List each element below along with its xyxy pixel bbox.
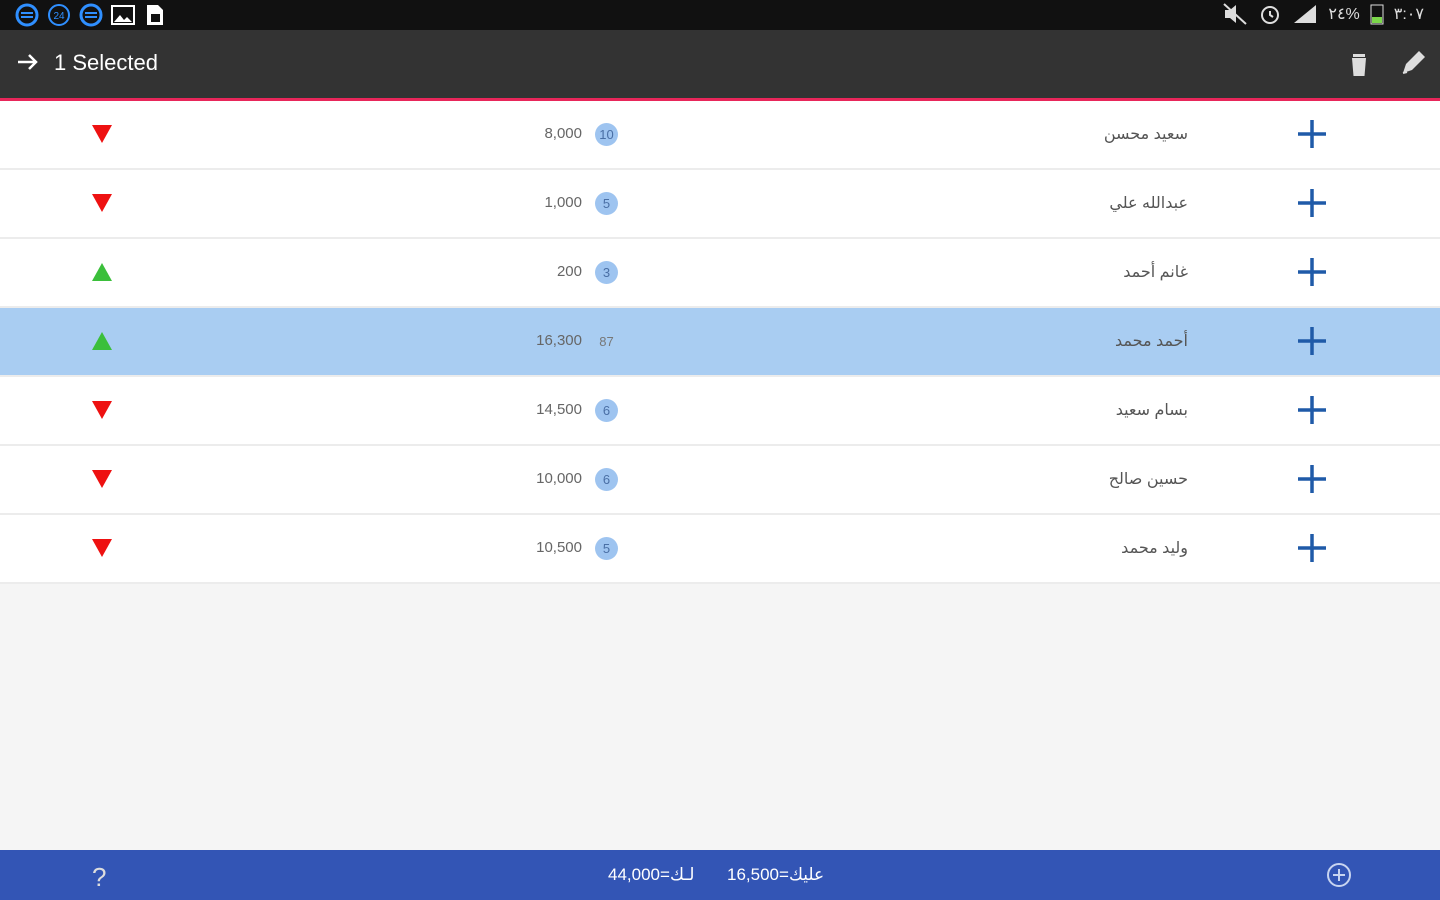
- action-bar: 1 Selected: [0, 30, 1440, 101]
- debt-list: 8,000 10 سعيد محسن 1,000 5 عبدالله علي 200 3 غان…: [0, 101, 1440, 584]
- list-item[interactable]: 16,300 87 أحمد محمد: [0, 308, 1440, 377]
- amount: 8,000: [544, 125, 582, 142]
- mute-icon: [1223, 3, 1248, 25]
- trend-down-icon: [90, 192, 114, 214]
- person-name: عبدالله علي: [1109, 195, 1188, 212]
- plus-icon[interactable]: [1296, 255, 1328, 289]
- count-badge: 10: [595, 123, 618, 146]
- count-badge: 6: [595, 468, 618, 491]
- total-you-owe: 16,500=عليك: [727, 865, 825, 884]
- calendar-label: 24: [53, 11, 65, 22]
- trend-down-icon: [90, 123, 114, 145]
- amount: 10,000: [536, 470, 582, 487]
- alarm-icon: [1261, 6, 1280, 24]
- list-item[interactable]: 1,000 5 عبدالله علي: [0, 170, 1440, 239]
- list-item[interactable]: 8,000 10 سعيد محسن: [0, 101, 1440, 170]
- list-item[interactable]: 10,000 6 حسين صالح: [0, 446, 1440, 515]
- status-bar: 24 ٢٤% ٣:٠٧: [0, 0, 1440, 30]
- pencil-icon[interactable]: [1396, 46, 1430, 80]
- plus-icon[interactable]: [1296, 324, 1328, 358]
- total-owed-to-you: 44,000=لـك: [608, 865, 695, 884]
- trend-down-icon: [90, 399, 114, 421]
- sim-icon: [142, 2, 168, 28]
- trash-icon[interactable]: [1344, 48, 1374, 80]
- count-badge: 3: [595, 261, 618, 284]
- amount: 1,000: [544, 194, 582, 211]
- person-name: غانم أحمد: [1123, 264, 1188, 281]
- calendar-icon: 24: [46, 2, 72, 28]
- count-badge: 6: [595, 399, 618, 422]
- list-item[interactable]: 200 3 غانم أحمد: [0, 239, 1440, 308]
- battery-icon: [1370, 4, 1384, 25]
- list-item[interactable]: 10,500 5 وليد محمد: [0, 515, 1440, 584]
- trend-up-icon: [90, 330, 114, 352]
- list-item[interactable]: 14,500 6 بسام سعيد: [0, 377, 1440, 446]
- count-badge: 87: [599, 334, 614, 349]
- person-name: حسين صالح: [1108, 471, 1188, 488]
- status-bar-left: 24: [14, 2, 168, 28]
- status-bar-right: ٢٤% ٣:٠٧: [1222, 2, 1424, 26]
- plus-icon[interactable]: [1296, 462, 1328, 496]
- person-name: أحمد محمد: [1115, 333, 1188, 350]
- plus-icon[interactable]: [1296, 117, 1328, 151]
- trend-down-icon: [90, 468, 114, 490]
- sync-icon: [14, 2, 40, 28]
- signal-icon: [1294, 5, 1317, 23]
- bottom-bar: ? 44,000=لـك 16,500=عليك: [0, 850, 1440, 900]
- trend-up-icon: [90, 261, 114, 283]
- selection-title: 1 Selected: [54, 50, 158, 75]
- amount: 16,300: [536, 332, 582, 349]
- person-name: سعيد محسن: [1103, 126, 1188, 143]
- battery-percent: ٢٤%: [1328, 6, 1360, 23]
- plus-icon[interactable]: [1296, 531, 1328, 565]
- add-circle-icon[interactable]: [1326, 862, 1352, 888]
- person-name: بسام سعيد: [1115, 402, 1188, 419]
- amount: 200: [556, 263, 582, 280]
- image-icon: [110, 2, 136, 28]
- sync-icon: [78, 2, 104, 28]
- person-name: وليد محمد: [1121, 540, 1188, 557]
- plus-icon[interactable]: [1296, 393, 1328, 427]
- count-badge: 5: [595, 537, 618, 560]
- trend-down-icon: [90, 537, 114, 559]
- amount: 14,500: [536, 401, 582, 418]
- arrow-right-icon[interactable]: [14, 48, 42, 76]
- help-button[interactable]: ?: [92, 862, 106, 893]
- amount: 10,500: [536, 539, 582, 556]
- count-badge: 5: [595, 192, 618, 215]
- plus-icon[interactable]: [1296, 186, 1328, 220]
- clock: ٣:٠٧: [1393, 6, 1424, 23]
